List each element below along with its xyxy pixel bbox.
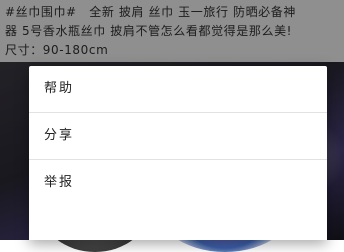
- menu-item-help[interactable]: 帮助: [29, 66, 327, 113]
- menu-item-share[interactable]: 分享: [29, 113, 327, 160]
- options-menu-dialog: 帮助 分享 举报: [29, 66, 327, 240]
- menu-item-report[interactable]: 举报: [29, 160, 327, 206]
